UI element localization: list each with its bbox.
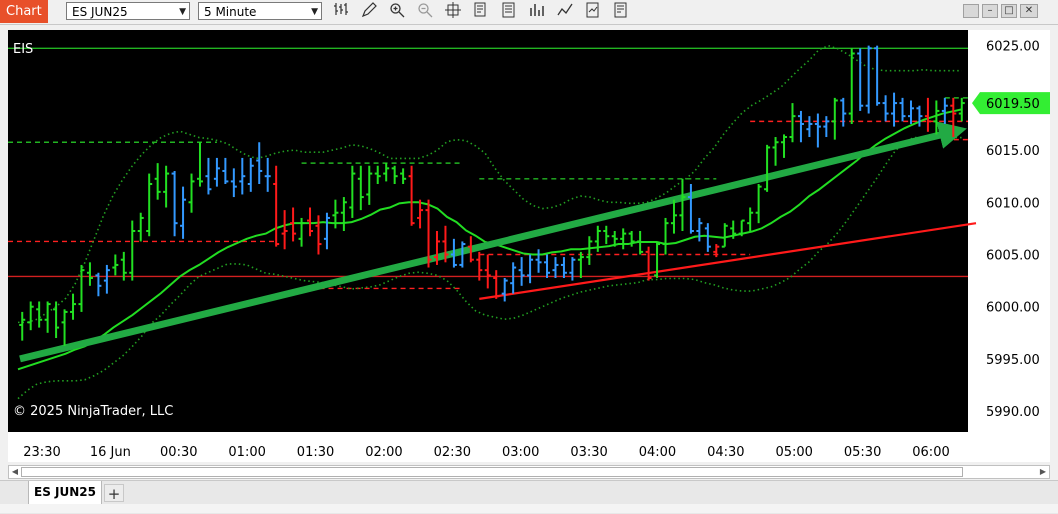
- x-tick-label: 05:00: [775, 445, 812, 460]
- scroll-left-icon[interactable]: ◀: [9, 466, 21, 478]
- x-tick-label: 06:00: [912, 445, 949, 460]
- x-tick-label: 00:30: [160, 445, 197, 460]
- add-tab-button[interactable]: +: [104, 484, 124, 503]
- scroll-right-icon[interactable]: ▶: [1037, 466, 1049, 478]
- y-tick-label: 6010.00: [986, 196, 1040, 211]
- horizontal-scrollbar[interactable]: ◀ ▶: [8, 465, 1050, 479]
- x-tick-label: 23:30: [23, 445, 60, 460]
- x-tick-label: 05:30: [844, 445, 881, 460]
- x-tick-label: 02:30: [434, 445, 471, 460]
- x-tick-label: 03:00: [502, 445, 539, 460]
- x-tick-label: 04:30: [707, 445, 744, 460]
- tab-es-jun25[interactable]: ES JUN25: [28, 481, 102, 505]
- instrument-label: EIS: [13, 42, 33, 57]
- y-tick-label: 6005.00: [986, 248, 1040, 263]
- y-tick-label: 5995.00: [986, 353, 1040, 368]
- x-tick-label: 03:30: [570, 445, 607, 460]
- x-tick-label: 02:00: [365, 445, 402, 460]
- price-chart[interactable]: 6025.00 6015.00 6010.00 6005.00 6000.00 5995.…: [0, 0, 1058, 462]
- status-strip: [0, 504, 1058, 513]
- x-tick-label: 04:00: [639, 445, 676, 460]
- scroll-thumb[interactable]: [21, 467, 963, 477]
- current-price-label: 6019.50: [986, 97, 1040, 112]
- y-tick-label: 6000.00: [986, 301, 1040, 316]
- x-tick-label: 01:30: [297, 445, 334, 460]
- y-tick-label: 5990.00: [986, 405, 1040, 420]
- y-tick-label: 6015.00: [986, 144, 1040, 159]
- x-tick-label: 01:00: [228, 445, 265, 460]
- y-tick-label: 6025.00: [986, 40, 1040, 55]
- current-price-marker: 6019.50: [972, 92, 1050, 115]
- x-tick-label: 16 Jun: [90, 445, 131, 460]
- copyright-text: © 2025 NinjaTrader, LLC: [13, 404, 173, 419]
